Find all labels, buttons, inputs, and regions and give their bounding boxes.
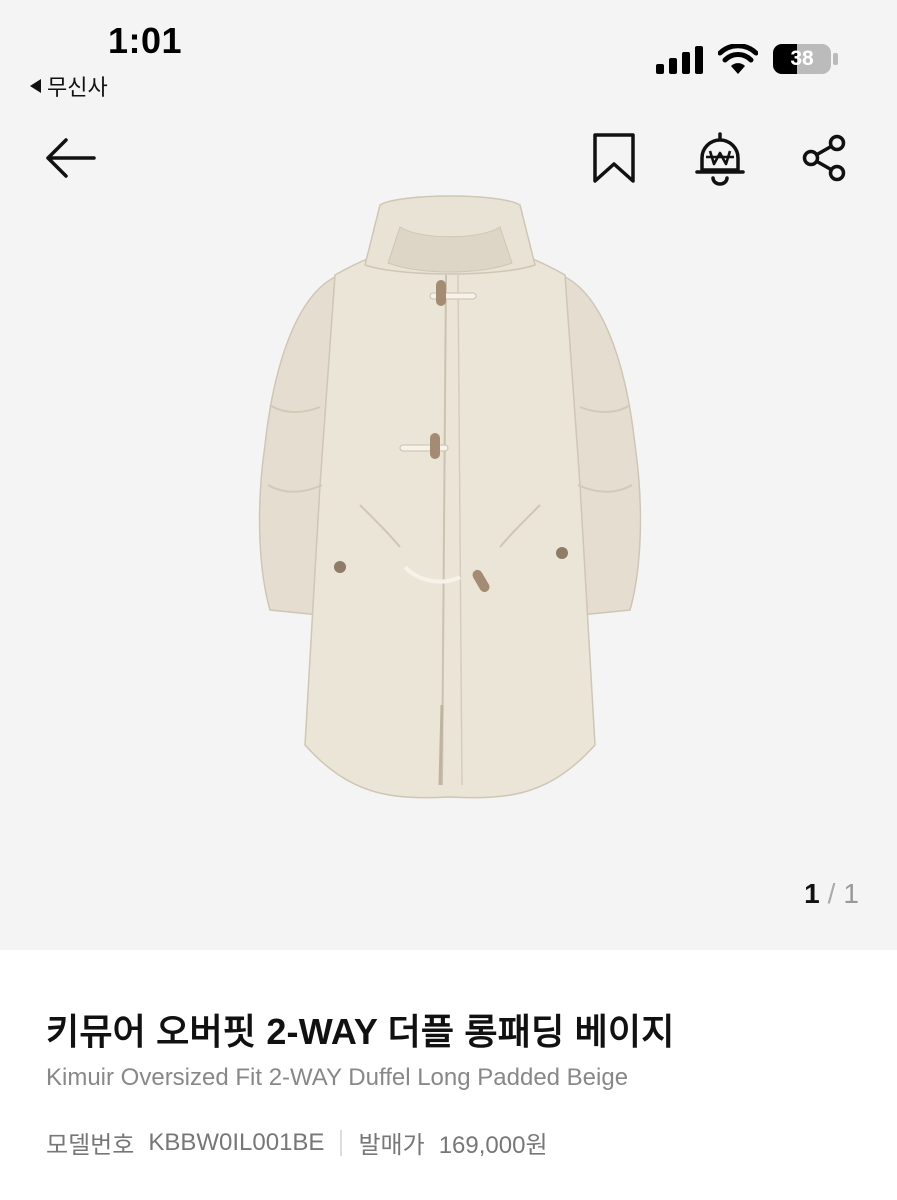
- battery-percent: 38: [790, 47, 814, 70]
- product-title-korean: 키뮤어 오버핏 2-WAY 더플 롱패딩 베이지: [46, 1011, 675, 1052]
- bookmark-icon: [593, 133, 635, 183]
- pager-separator: /: [827, 878, 836, 909]
- battery-indicator: 38: [772, 43, 840, 75]
- back-button[interactable]: [42, 130, 98, 186]
- product-meta: 모델번호 KBBW0IL001BE 발매가 169,000원: [46, 1125, 548, 1160]
- status-time: 1:01: [108, 20, 183, 61]
- price-alert-button[interactable]: [692, 130, 748, 186]
- release-price-label: 발매가: [358, 1132, 425, 1159]
- coat-illustration: [258, 195, 642, 799]
- back-to-app-link[interactable]: 무신사: [30, 70, 108, 102]
- image-pager: 1/1: [804, 878, 859, 910]
- release-price-value: 169,000원: [438, 1132, 548, 1159]
- pager-current: 1: [804, 878, 820, 909]
- wifi-icon: [718, 44, 758, 74]
- product-title-english: Kimuir Oversized Fit 2-WAY Duffel Long P…: [46, 1064, 629, 1091]
- meta-divider: [340, 1129, 343, 1156]
- share-button[interactable]: [796, 130, 852, 186]
- back-triangle-icon: [30, 79, 41, 93]
- price-alert-bell-icon: [695, 132, 745, 186]
- pager-total: 1: [843, 878, 859, 909]
- share-icon: [802, 134, 846, 182]
- coat-product-image[interactable]: [250, 185, 650, 815]
- arrow-left-icon: [46, 138, 96, 178]
- bookmark-button[interactable]: [586, 130, 642, 186]
- model-number-value: KBBW0IL001BE: [148, 1128, 325, 1156]
- model-number-label: 모델번호: [46, 1132, 135, 1159]
- status-bar: 1:01 무신사 38: [0, 0, 897, 110]
- back-app-label: 무신사: [47, 75, 108, 100]
- cellular-signal-icon: [656, 46, 703, 74]
